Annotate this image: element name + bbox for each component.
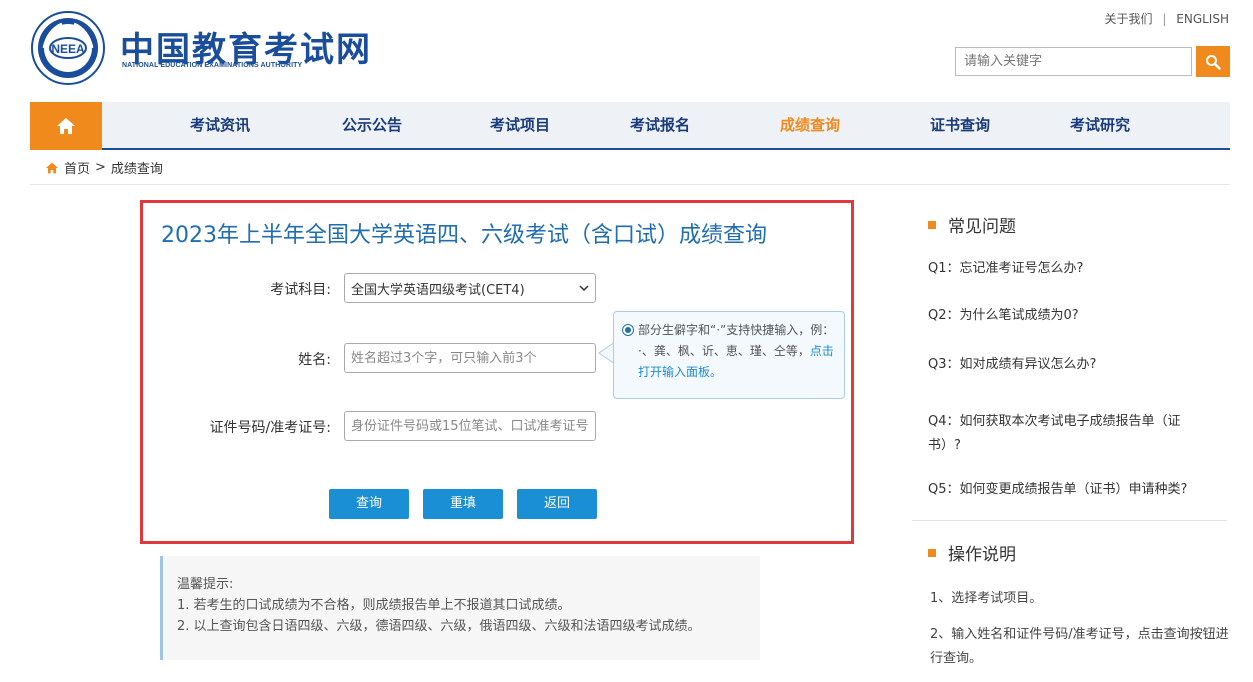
subject-label: 考试科目:	[270, 282, 331, 298]
nav-item-registration[interactable]: 考试报名	[630, 102, 690, 148]
home-icon	[46, 162, 58, 173]
faq-item[interactable]: Q5：如何变更成绩报告单（证书）申请种类?	[928, 478, 1228, 502]
breadcrumb-current: 成绩查询	[110, 162, 163, 177]
subject-select-value: 全国大学英语四级考试(CET4)	[351, 282, 525, 298]
square-bullet-icon	[928, 548, 936, 557]
nav-item-news[interactable]: 考试资讯	[190, 102, 250, 148]
nav-item-announcements[interactable]: 公示公告	[342, 102, 402, 148]
emblem-text: NEEA	[51, 42, 85, 56]
breadcrumb: 首页 > 成绩查询	[45, 158, 163, 177]
tip-text: 部分生僻字和“·”支持快捷输入，例：·、龚、枫、䜣、恵、瑾、仝等，	[638, 323, 829, 358]
faq-heading: 常见问题	[928, 212, 1016, 237]
breadcrumb-separator: >	[95, 160, 106, 175]
search-icon	[1206, 54, 1221, 70]
name-label: 姓名:	[298, 352, 331, 368]
reset-button[interactable]: 重填	[423, 489, 503, 519]
page-title: 2023年上半年全国大学英语四、六级考试（含口试）成绩查询	[161, 223, 767, 248]
neea-emblem-logo[interactable]: NEEA	[30, 10, 106, 86]
ops-title: 操作说明	[948, 545, 1016, 565]
search-input[interactable]	[955, 47, 1192, 76]
radio-dot-icon	[622, 324, 634, 336]
query-button[interactable]: 查询	[329, 489, 409, 519]
nav-item-research[interactable]: 考试研究	[1070, 102, 1130, 148]
subject-select[interactable]: 全国大学英语四级考试(CET4)	[344, 273, 596, 303]
breadcrumb-divider	[30, 184, 1230, 185]
search-button[interactable]	[1196, 46, 1230, 77]
ops-item: 2、输入姓名和证件号码/准考证号，点击查询按钮进行查询。	[930, 627, 1229, 666]
faq-item[interactable]: Q3：如对成绩有异议怎么办?	[928, 353, 1228, 377]
faq-item[interactable]: Q4：如何获取本次考试电子成绩报告单（证书）?	[928, 410, 1208, 458]
top-links-separator: |	[1162, 12, 1167, 26]
about-link[interactable]: 关于我们	[1105, 12, 1153, 26]
site-subtitle: NATIONAL EDUCATION EXAMINATIONS AUTHORIT…	[122, 62, 303, 69]
english-link[interactable]: ENGLISH	[1176, 12, 1229, 26]
breadcrumb-home[interactable]: 首页	[64, 158, 90, 177]
main-nav: 考试资讯 公示公告 考试项目 考试报名 成绩查询 证书查询 考试研究	[30, 102, 1230, 150]
top-links: 关于我们 | ENGLISH	[1105, 10, 1229, 27]
notice-box: 温馨提示: 1. 若考生的口试成绩为不合格，则成绩报告单上不报道其口试成绩。 2…	[160, 556, 760, 660]
notice-line: 2. 以上查询包含日语四级、六级，德语四级、六级，俄语四级、六级和法语四级考试成…	[177, 619, 701, 634]
ops-heading: 操作说明	[928, 540, 1016, 565]
notice-title: 温馨提示:	[177, 577, 234, 592]
home-icon	[57, 118, 75, 134]
faq-title: 常见问题	[948, 217, 1016, 237]
square-bullet-icon	[928, 220, 936, 229]
id-label: 证件号码/准考证号:	[209, 420, 331, 436]
input-tip-box: 部分生僻字和“·”支持快捷输入，例：·、龚、枫、䜣、恵、瑾、仝等，点击打开输入面…	[613, 311, 845, 399]
chevron-down-icon	[579, 285, 589, 291]
ops-item: 1、选择考试项目。	[930, 591, 1043, 606]
sidebar-divider	[912, 520, 1227, 521]
id-input[interactable]	[344, 411, 596, 441]
site-header: NEEA 中国教育考试网 NATIONAL EDUCATION EXAMINAT…	[0, 0, 1253, 100]
score-query-panel: 2023年上半年全国大学英语四、六级考试（含口试）成绩查询 考试科目: 全国大学…	[140, 200, 854, 544]
faq-item[interactable]: Q2：为什么笔试成绩为0?	[928, 304, 1228, 328]
nav-home-button[interactable]	[30, 102, 102, 150]
back-button[interactable]: 返回	[517, 489, 597, 519]
name-input[interactable]	[344, 343, 596, 373]
notice-line: 1. 若考生的口试成绩为不合格，则成绩报告单上不报道其口试成绩。	[177, 598, 571, 613]
faq-item[interactable]: Q1：忘记准考证号怎么办?	[928, 257, 1228, 281]
nav-item-exams[interactable]: 考试项目	[490, 102, 550, 148]
nav-item-certificate-query[interactable]: 证书查询	[930, 102, 990, 148]
nav-item-score-query[interactable]: 成绩查询	[780, 102, 840, 148]
